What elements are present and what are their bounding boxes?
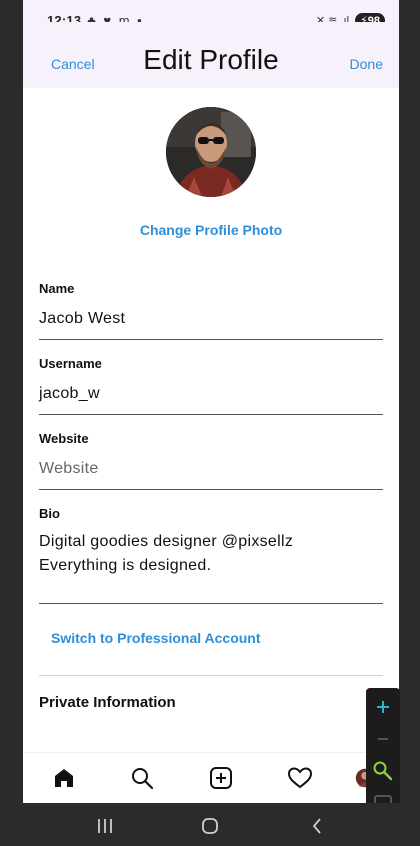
search-icon[interactable] <box>129 765 155 791</box>
minus-icon[interactable] <box>370 726 396 752</box>
website-field: Website Website <box>39 431 383 490</box>
username-label: Username <box>39 356 102 371</box>
name-field: Name Jacob West <box>39 281 383 340</box>
home-button-icon[interactable] <box>198 815 222 837</box>
section-divider <box>39 675 383 676</box>
private-information-heading: Private Information <box>39 694 176 711</box>
bottom-tab-bar <box>23 752 399 803</box>
done-button[interactable]: Done <box>350 56 383 72</box>
edit-profile-header: Cancel Edit Profile Done <box>23 22 399 88</box>
system-navigation-bar <box>0 803 420 846</box>
change-profile-photo-button[interactable]: Change Profile Photo <box>23 222 399 238</box>
plus-icon[interactable] <box>370 694 396 720</box>
switch-professional-account-link[interactable]: Switch to Professional Account <box>51 630 399 646</box>
name-input[interactable]: Jacob West <box>39 296 383 339</box>
avatar-container <box>23 107 399 197</box>
username-field: Username jacob_w <box>39 356 383 415</box>
username-input[interactable]: jacob_w <box>39 371 383 414</box>
bio-input[interactable]: Digital goodies designer @pixsellz Every… <box>39 521 383 603</box>
zoom-controls-panel <box>366 688 400 821</box>
name-label: Name <box>39 281 75 296</box>
add-post-icon[interactable] <box>208 765 234 791</box>
zoom-search-icon[interactable] <box>370 758 396 784</box>
bio-label: Bio <box>39 506 60 521</box>
profile-photo-image <box>166 107 256 197</box>
app-screen: 12:13 ♣ ♥ m • ✕ ≋ .ıl ⚡98 Cancel Edit Pr… <box>23 0 399 803</box>
website-label: Website <box>39 431 89 446</box>
profile-photo[interactable] <box>166 107 256 197</box>
website-input[interactable]: Website <box>39 446 383 489</box>
recent-apps-icon[interactable] <box>93 815 117 837</box>
heart-icon[interactable] <box>287 765 313 791</box>
cancel-button[interactable]: Cancel <box>51 56 95 72</box>
bio-line: Digital goodies designer @pixsellz <box>39 533 294 550</box>
bio-field: Bio Digital goodies designer @pixsellz E… <box>39 506 383 604</box>
back-icon[interactable] <box>305 815 329 837</box>
home-icon[interactable] <box>51 765 77 791</box>
bio-line: Everything is designed. <box>39 557 212 574</box>
